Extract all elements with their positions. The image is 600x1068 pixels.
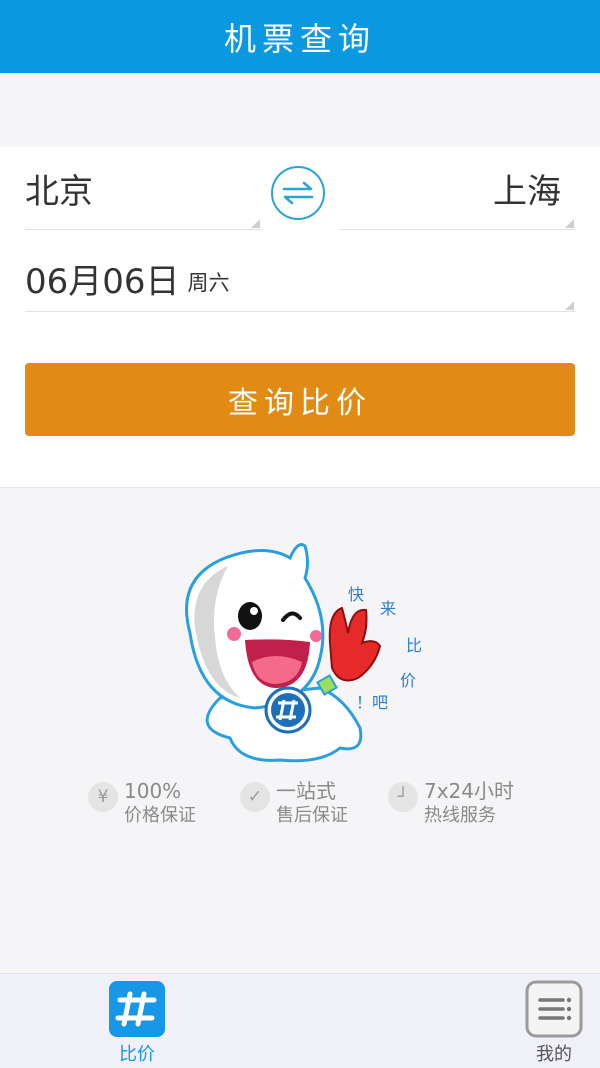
menu-list-icon [525,980,583,1038]
clock-icon: ┘ [388,782,418,812]
field-corner-marker [565,301,574,310]
mascot-slogan-char: 快 [348,585,364,604]
feature-title: 一站式 [276,779,336,803]
title-bar: 机票查询 [0,0,600,73]
page-title: 机票查询 [223,19,376,58]
feature-title: 7x24小时 [424,779,515,803]
feature-hotline: ┘ 7x24小时 热线服务 [388,778,514,828]
weekday-value: 周六 [187,271,230,295]
tab-compare[interactable]: 比价 [97,974,177,1066]
tab-mine[interactable]: 我的 [514,974,594,1066]
bottom-tab-bar: 比价 我的 [0,973,600,1068]
mascot-illustration: 快 来 比 价 ！吧 [185,543,422,763]
search-compare-button[interactable]: 查询比价 [25,363,575,436]
feature-one-stop: ✓ 一站式 售后保证 [240,778,348,828]
feature-subtitle: 价格保证 [124,805,196,826]
feature-subtitle: 售后保证 [276,805,348,826]
departure-date-field[interactable]: 06月06日 周六 [25,245,575,312]
mascot-slogan-char: 比 [406,636,422,655]
arrival-city-field[interactable]: 上海 [339,147,575,230]
feature-price: ¥ 100% 价格保证 [88,778,196,828]
field-corner-marker [251,219,260,228]
tab-compare-label: 比价 [119,1044,155,1065]
service-features: ¥ 100% 价格保证 ✓ 一站式 售后保证 ┘ 7x24小时 热线服务 [0,778,600,838]
yuan-icon: ¥ [88,782,118,812]
mascot-slogan-char: 价 [400,671,416,690]
search-form: 北京 上海 06月06日 周六 查询比价 [0,147,600,488]
swap-arrows-icon [282,181,314,205]
mascot-slogan-char: ！吧 [356,693,388,712]
compare-logo-icon [109,981,165,1037]
field-corner-marker [565,219,574,228]
date-value: 06月06日 [25,261,180,302]
search-button-label: 查询比价 [228,385,372,421]
tab-mine-label: 我的 [536,1044,572,1065]
departure-city-field[interactable]: 北京 [25,147,261,230]
feature-title: 100% [124,779,182,803]
check-icon: ✓ [240,782,270,812]
swap-cities-button[interactable] [271,166,325,220]
mascot-slogan-char: 来 [380,599,396,618]
feature-subtitle: 热线服务 [424,805,496,826]
arrival-city-label: 上海 [493,171,561,212]
departure-city-label: 北京 [25,171,93,212]
